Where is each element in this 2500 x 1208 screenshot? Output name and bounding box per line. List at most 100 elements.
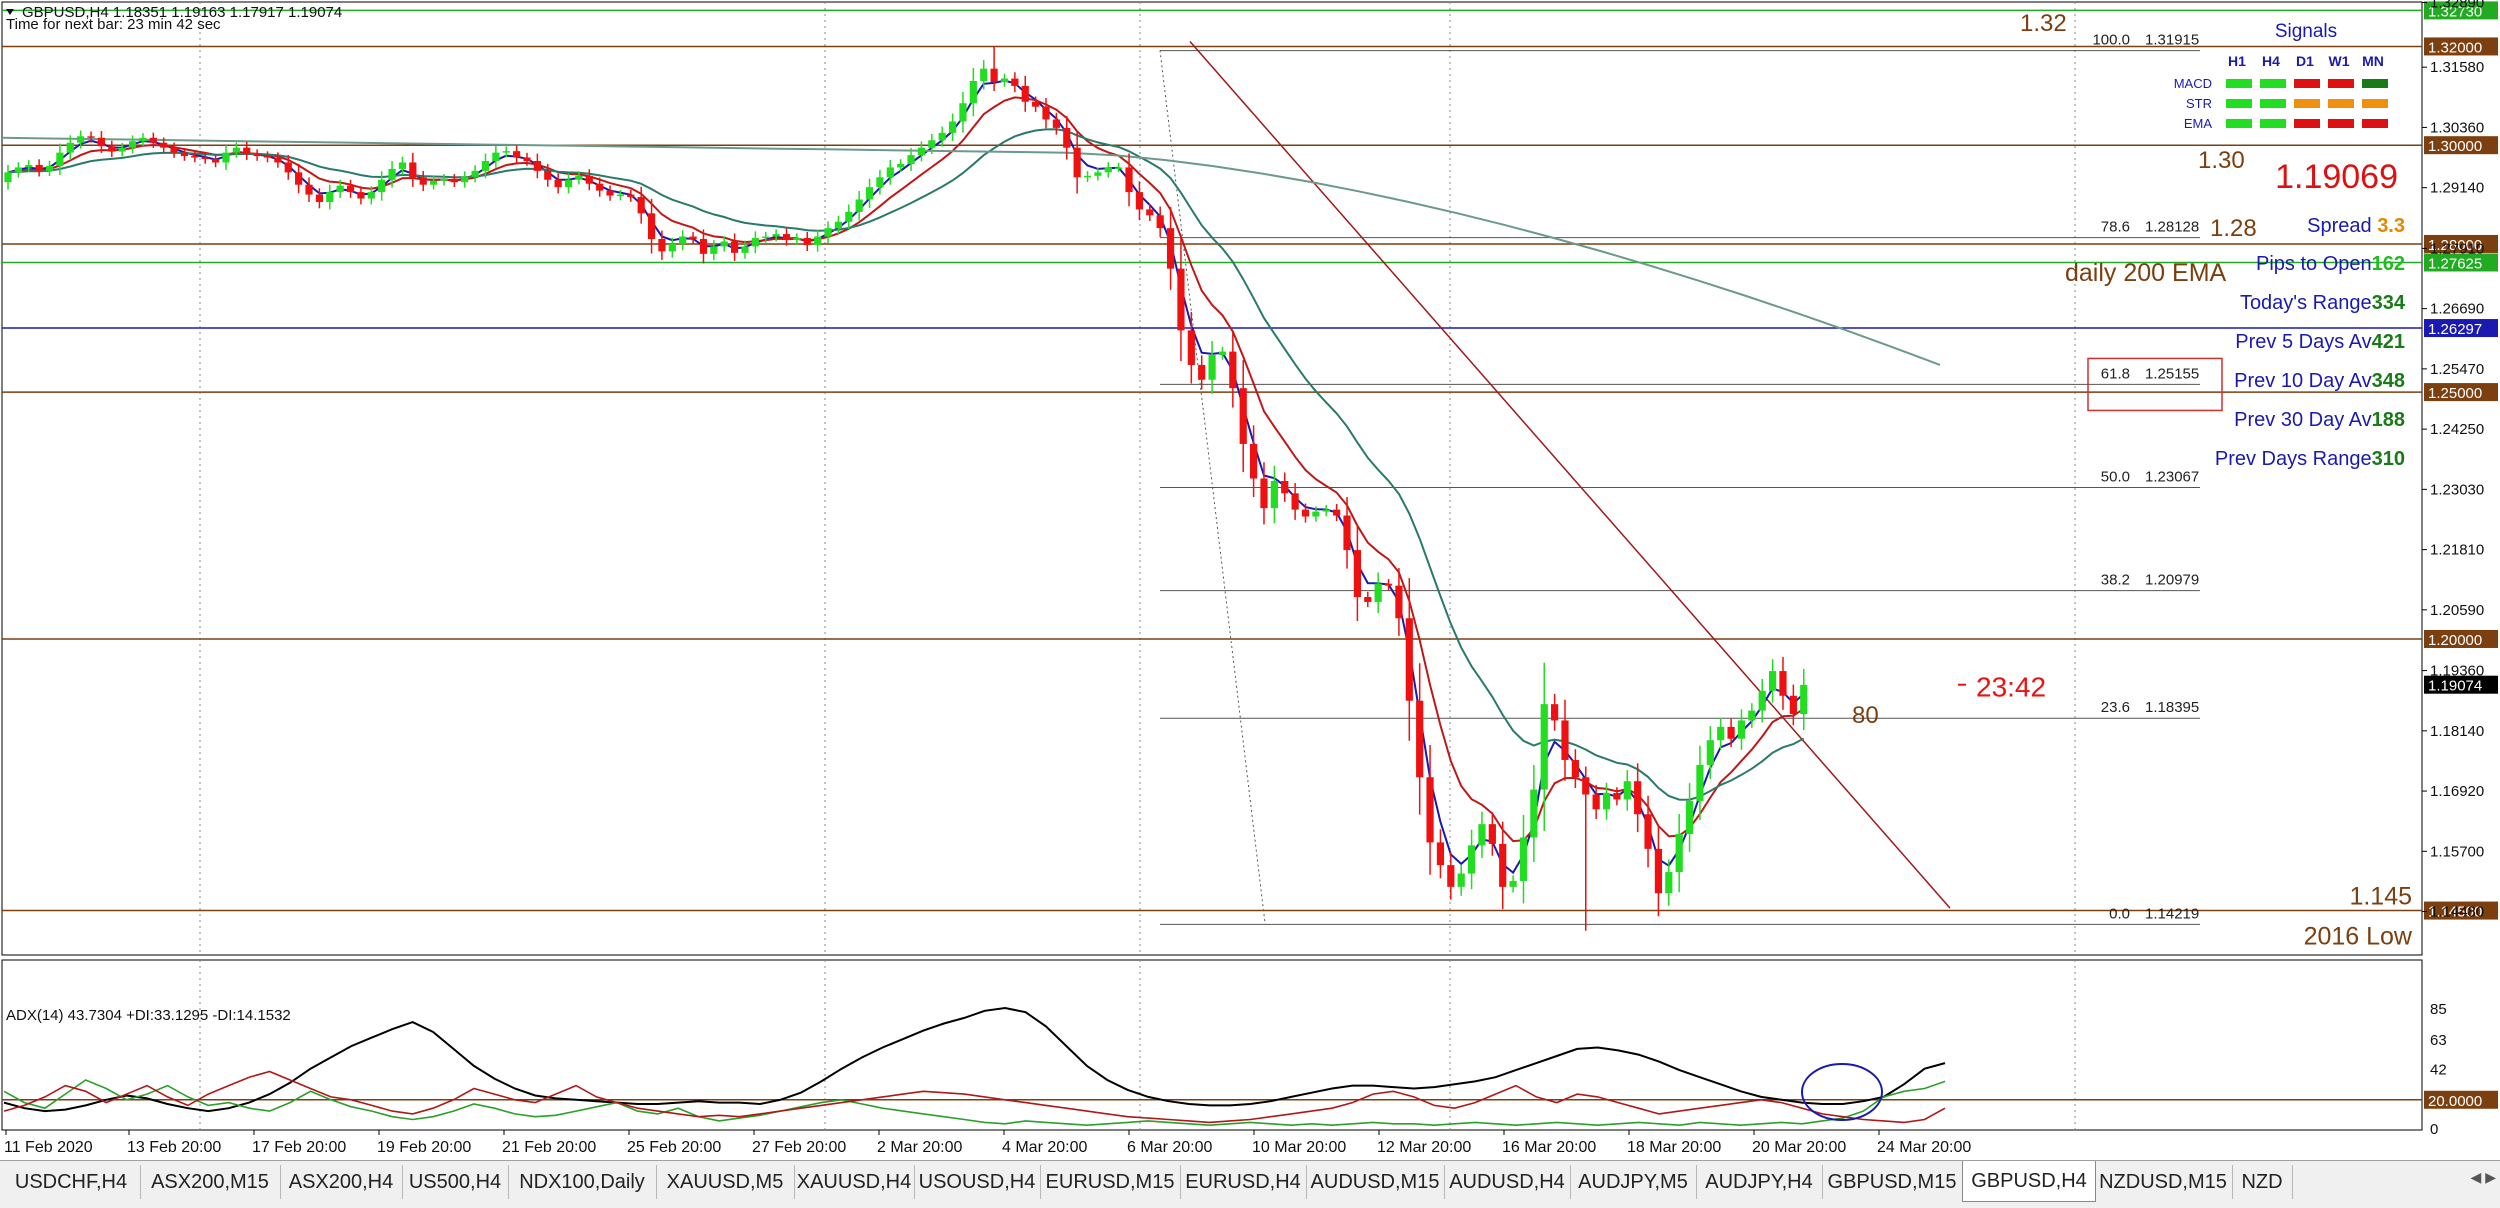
collapse-triangle-icon[interactable]	[6, 9, 14, 15]
price-chart[interactable]: 100.0 1.3191578.6 1.2812861.8 1.2515550.0 1.…	[0, 0, 2500, 1207]
candle-body	[1322, 509, 1330, 512]
candle-body	[668, 243, 676, 252]
signal-cell	[2362, 119, 2388, 128]
fibonacci-retracement[interactable]: 100.0 1.31915 78.6 1.28128 61.8 1.25155 50.0 1.…	[1159, 32, 2223, 925]
level-tag-label: 1.20000	[2428, 632, 2482, 649]
candle-body	[564, 179, 573, 188]
fib-level: 0.0	[2109, 905, 2130, 922]
candle-body	[1156, 215, 1164, 229]
candle-body	[191, 156, 199, 158]
candle-body	[1758, 690, 1766, 711]
tab-asx200-h4[interactable]: ASX200,H4	[280, 1165, 403, 1199]
adx-crossover-circle	[1801, 1063, 1883, 1121]
price-tick-label: 1.21810	[2430, 542, 2484, 559]
signals-table: Signals H1 H4 D1 W1 MN MACD STR EMA	[2174, 21, 2388, 131]
candle-body	[544, 170, 552, 180]
candle-body	[35, 164, 43, 171]
candle-body	[398, 162, 407, 169]
candle-body	[367, 192, 375, 199]
tab-usdchf-h4[interactable]: USDCHF,H4	[2, 1165, 141, 1199]
candle-body	[1125, 167, 1133, 193]
candle-body	[793, 238, 801, 241]
bar-timer: Time for next bar: 23 min 42 sec	[6, 16, 221, 33]
candle-body	[1083, 175, 1092, 178]
candle-body	[212, 159, 220, 163]
candle-body	[1769, 671, 1777, 691]
candle-body	[855, 199, 863, 212]
candle-body	[1301, 509, 1310, 517]
tab-asx200-m15[interactable]: ASX200,M15	[140, 1165, 281, 1199]
tab-audusd-m15[interactable]: AUDUSD,M15	[1306, 1165, 1445, 1199]
info-label: Prev Days Range	[2215, 448, 2372, 470]
tab-ndx100-daily[interactable]: NDX100,Daily	[508, 1165, 657, 1199]
candles	[4, 46, 1808, 931]
tab-xauusd-m5[interactable]: XAUUSD,M5	[656, 1165, 795, 1199]
signals-row-label: STR	[2186, 96, 2212, 111]
candle-body	[1561, 720, 1569, 760]
candle-body	[201, 157, 209, 160]
level-price-tag: 1.25000	[2424, 383, 2498, 402]
candle-body	[1488, 824, 1496, 844]
time-tick-label: 18 Mar 20:00	[1627, 1139, 1721, 1156]
adx-tick-label: 85	[2430, 1001, 2447, 1018]
tab-nzdusd-m15[interactable]: NZDUSD,M15	[2094, 1165, 2233, 1199]
tab-audusd-h4[interactable]: AUDUSD,H4	[1444, 1165, 1571, 1199]
candle-body	[357, 192, 365, 199]
signal-cell	[2260, 79, 2286, 88]
candle-body	[326, 192, 334, 202]
tab-xauusd-h4[interactable]: XAUUSD,H4	[794, 1165, 915, 1199]
candle-body	[1374, 583, 1382, 602]
tab-us500-h4[interactable]: US500,H4	[402, 1165, 509, 1199]
arrow-left-icon[interactable]: ◀	[2471, 1169, 2482, 1185]
signals-col-header: MN	[2362, 53, 2384, 69]
tab-gbpusd-h4[interactable]: GBPUSD,H4	[1962, 1161, 2096, 1202]
tab-eurusd-h4[interactable]: EURUSD,H4	[1180, 1165, 1307, 1199]
tab-gbpusd-m15[interactable]: GBPUSD,M15	[1822, 1165, 1963, 1199]
candle-body	[1634, 781, 1642, 815]
price-tick-label: 1.29140	[2430, 180, 2484, 197]
price-tick-label: 1.18140	[2430, 723, 2484, 740]
candle-body	[1364, 597, 1372, 602]
candle-body	[513, 151, 521, 158]
candle-body	[45, 165, 54, 171]
moving-averages	[1, 79, 1941, 875]
candle-body	[1551, 704, 1559, 721]
tab-audjpy-m5[interactable]: AUDJPY,M5	[1570, 1165, 1697, 1199]
tab-audjpy-h4[interactable]: AUDJPY,H4	[1696, 1165, 1823, 1199]
candle-body	[606, 190, 614, 196]
adx-tick-label: 63	[2430, 1032, 2447, 1049]
signal-cell	[2260, 99, 2286, 108]
candle-body	[56, 152, 64, 166]
annotation-daily-ema: daily 200 EMA	[2065, 259, 2227, 287]
adx-tick-label: 42	[2430, 1062, 2447, 1079]
arrow-right-icon[interactable]: ▶	[2485, 1169, 2496, 1185]
info-label: Pips to Open	[2256, 253, 2372, 275]
candle-body	[263, 156, 272, 158]
candle-body	[1011, 78, 1019, 86]
candle-body	[492, 152, 500, 161]
level-tag-label: 1.32000	[2428, 39, 2482, 56]
candle-body	[1312, 511, 1320, 517]
candle-body	[523, 157, 531, 161]
candle-body	[1509, 880, 1517, 887]
candle-body	[1250, 443, 1258, 479]
candle-body	[1665, 872, 1673, 894]
time-tick-label: 11 Feb 2020	[4, 1139, 93, 1156]
candle-body	[948, 121, 957, 133]
current-price-tag: 1.19074	[2424, 675, 2498, 695]
candle-body	[1748, 710, 1756, 721]
candle-body	[1447, 865, 1455, 887]
candle-body	[419, 177, 427, 185]
price-tick-label: 1.26690	[2430, 301, 2484, 318]
candle-body	[160, 142, 168, 148]
signal-cell	[2362, 99, 2388, 108]
tab-nzd[interactable]: NZD	[2232, 1165, 2293, 1199]
candle-body	[1467, 845, 1476, 874]
candle-body	[1218, 351, 1227, 356]
tab-eurusd-m15[interactable]: EURUSD,M15	[1040, 1165, 1181, 1199]
candle-body	[1727, 726, 1735, 739]
tab-scroll-arrows[interactable]: ◀ ▶	[2471, 1169, 2496, 1186]
time-axis: 11 Feb 2020 13 Feb 20:00 17 Feb 20:00 19 Fe…	[4, 1130, 1971, 1156]
ema-line-3	[7, 128, 1805, 801]
tab-usousd-h4[interactable]: USOUSD,H4	[914, 1165, 1041, 1199]
